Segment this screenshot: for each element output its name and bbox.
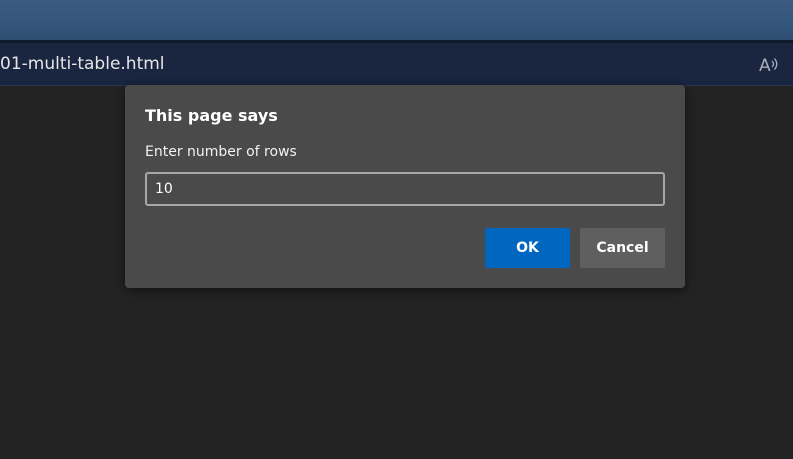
url-text[interactable]: 01-multi-table.html bbox=[0, 53, 165, 75]
svg-text:A: A bbox=[759, 56, 771, 75]
rows-input[interactable] bbox=[145, 172, 665, 206]
prompt-dialog: This page says Enter number of rows OK C… bbox=[125, 85, 685, 288]
tab-strip bbox=[0, 0, 793, 40]
address-bar[interactable]: 01-multi-table.html A bbox=[0, 43, 793, 86]
dialog-message: Enter number of rows bbox=[145, 144, 297, 160]
dialog-title: This page says bbox=[145, 106, 278, 125]
cancel-button[interactable]: Cancel bbox=[580, 228, 665, 268]
ok-button[interactable]: OK bbox=[485, 228, 570, 268]
read-aloud-icon[interactable]: A bbox=[758, 53, 782, 76]
